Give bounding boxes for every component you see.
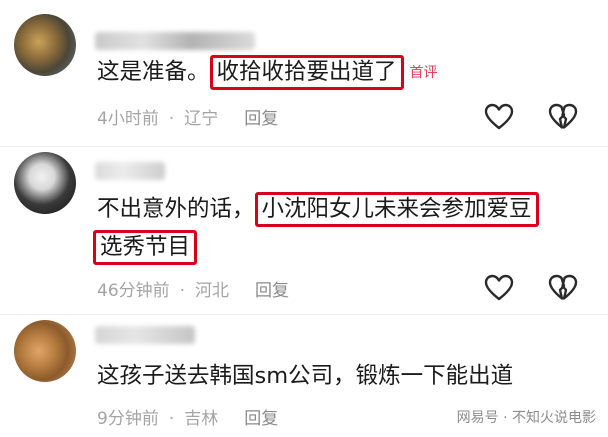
comment-time: 46分钟前	[97, 281, 170, 301]
highlighted-text: 小沈阳女儿未来会参加爱豆	[254, 192, 539, 227]
watermark: 网易号 · 不知火说电影	[456, 410, 596, 426]
separator: ·	[168, 109, 175, 129]
divider	[0, 314, 608, 315]
avatar[interactable]	[14, 14, 76, 76]
dislike-broken-heart-icon[interactable]	[548, 102, 578, 132]
comment-meta: 9分钟前 · 吉林 回复	[97, 404, 278, 429]
comment-text: 不出意外的话， 小沈阳女儿未来会参加爱豆	[97, 191, 539, 227]
reply-button[interactable]: 回复	[244, 104, 278, 129]
comment-location: 河北	[195, 281, 230, 301]
comment-text: 这孩子送去韩国sm公司，锻炼一下能出道	[97, 358, 513, 394]
comment-meta: 46分钟前 · 河北 回复	[97, 276, 289, 301]
comment-text: 这是准备。 收拾收拾要出道了 首评	[97, 54, 438, 91]
reply-button[interactable]: 回复	[244, 404, 278, 429]
highlighted-text: 收拾收拾要出道了	[209, 55, 404, 90]
comment-time: 4小时前	[97, 109, 159, 129]
separator: ·	[168, 409, 175, 429]
avatar[interactable]	[14, 320, 76, 382]
comment-location: 吉林	[184, 409, 219, 429]
dislike-broken-heart-icon[interactable]	[548, 273, 578, 303]
comment-text-line2: 选秀节目	[93, 229, 198, 265]
username-blurred[interactable]	[95, 326, 195, 344]
comment-text-plain: 这孩子送去韩国sm公司，锻炼一下能出道	[97, 363, 514, 389]
comment-text-plain: 不出意外的话，	[97, 196, 255, 222]
highlighted-text: 选秀节目	[93, 230, 198, 265]
first-comment-tag: 首评	[409, 64, 438, 81]
username-blurred[interactable]	[95, 32, 255, 50]
separator: ·	[179, 281, 186, 301]
like-heart-icon[interactable]	[484, 273, 514, 303]
divider	[0, 146, 608, 147]
like-heart-icon[interactable]	[484, 102, 514, 132]
comment-location: 辽宁	[184, 109, 219, 129]
username-blurred[interactable]	[95, 162, 165, 180]
comment-meta: 4小时前 · 辽宁 回复	[97, 104, 278, 129]
reply-button[interactable]: 回复	[255, 276, 289, 301]
avatar[interactable]	[14, 152, 76, 214]
comment-time: 9分钟前	[97, 409, 159, 429]
comment-text-plain: 这是准备。	[97, 59, 210, 85]
